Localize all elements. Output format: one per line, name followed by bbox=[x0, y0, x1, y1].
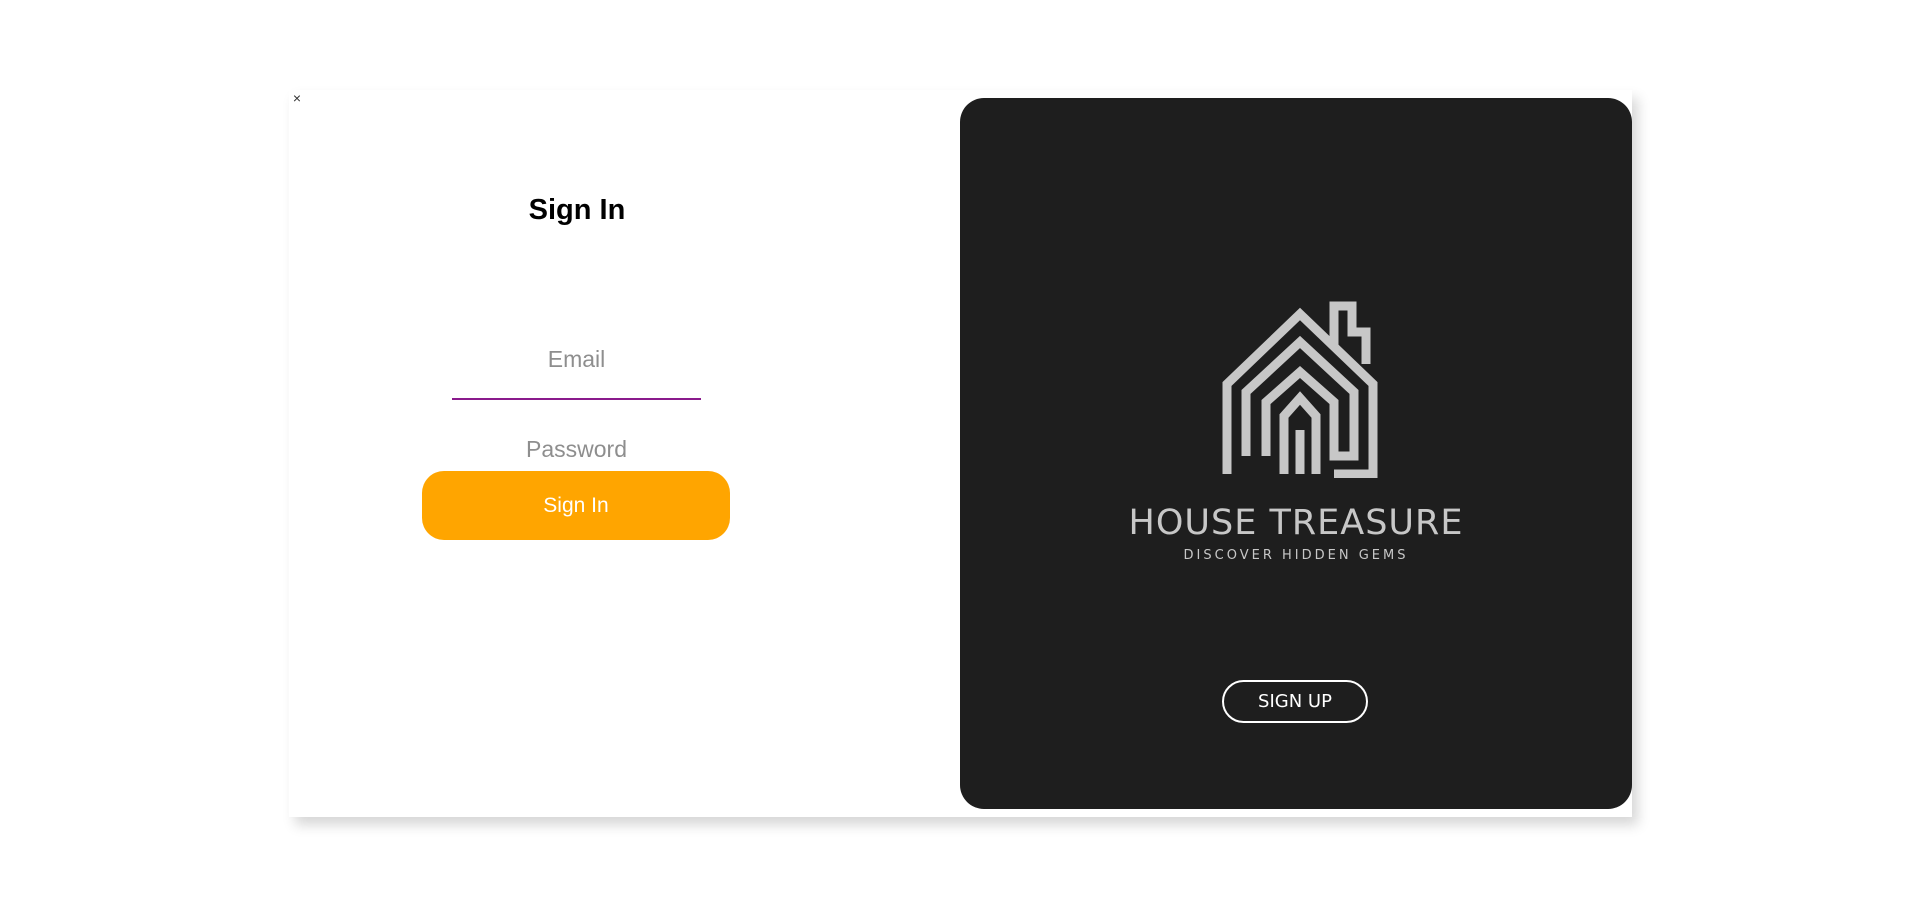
signin-button[interactable]: Sign In bbox=[422, 471, 730, 540]
signin-modal: × Sign In Sign In HOUSE TREASURE DISCOVE… bbox=[289, 90, 1632, 817]
signin-title: Sign In bbox=[528, 194, 626, 226]
email-field[interactable] bbox=[452, 348, 701, 400]
signup-button[interactable]: SIGN UP bbox=[1222, 680, 1368, 723]
signin-pane: Sign In Sign In bbox=[289, 90, 865, 817]
brand-tagline: DISCOVER HIDDEN GEMS bbox=[1183, 548, 1409, 563]
house-maze-icon bbox=[1222, 301, 1378, 478]
brand-panel: HOUSE TREASURE DISCOVER HIDDEN GEMS SIGN… bbox=[960, 98, 1632, 809]
brand-name: HOUSE TREASURE bbox=[1128, 503, 1464, 543]
